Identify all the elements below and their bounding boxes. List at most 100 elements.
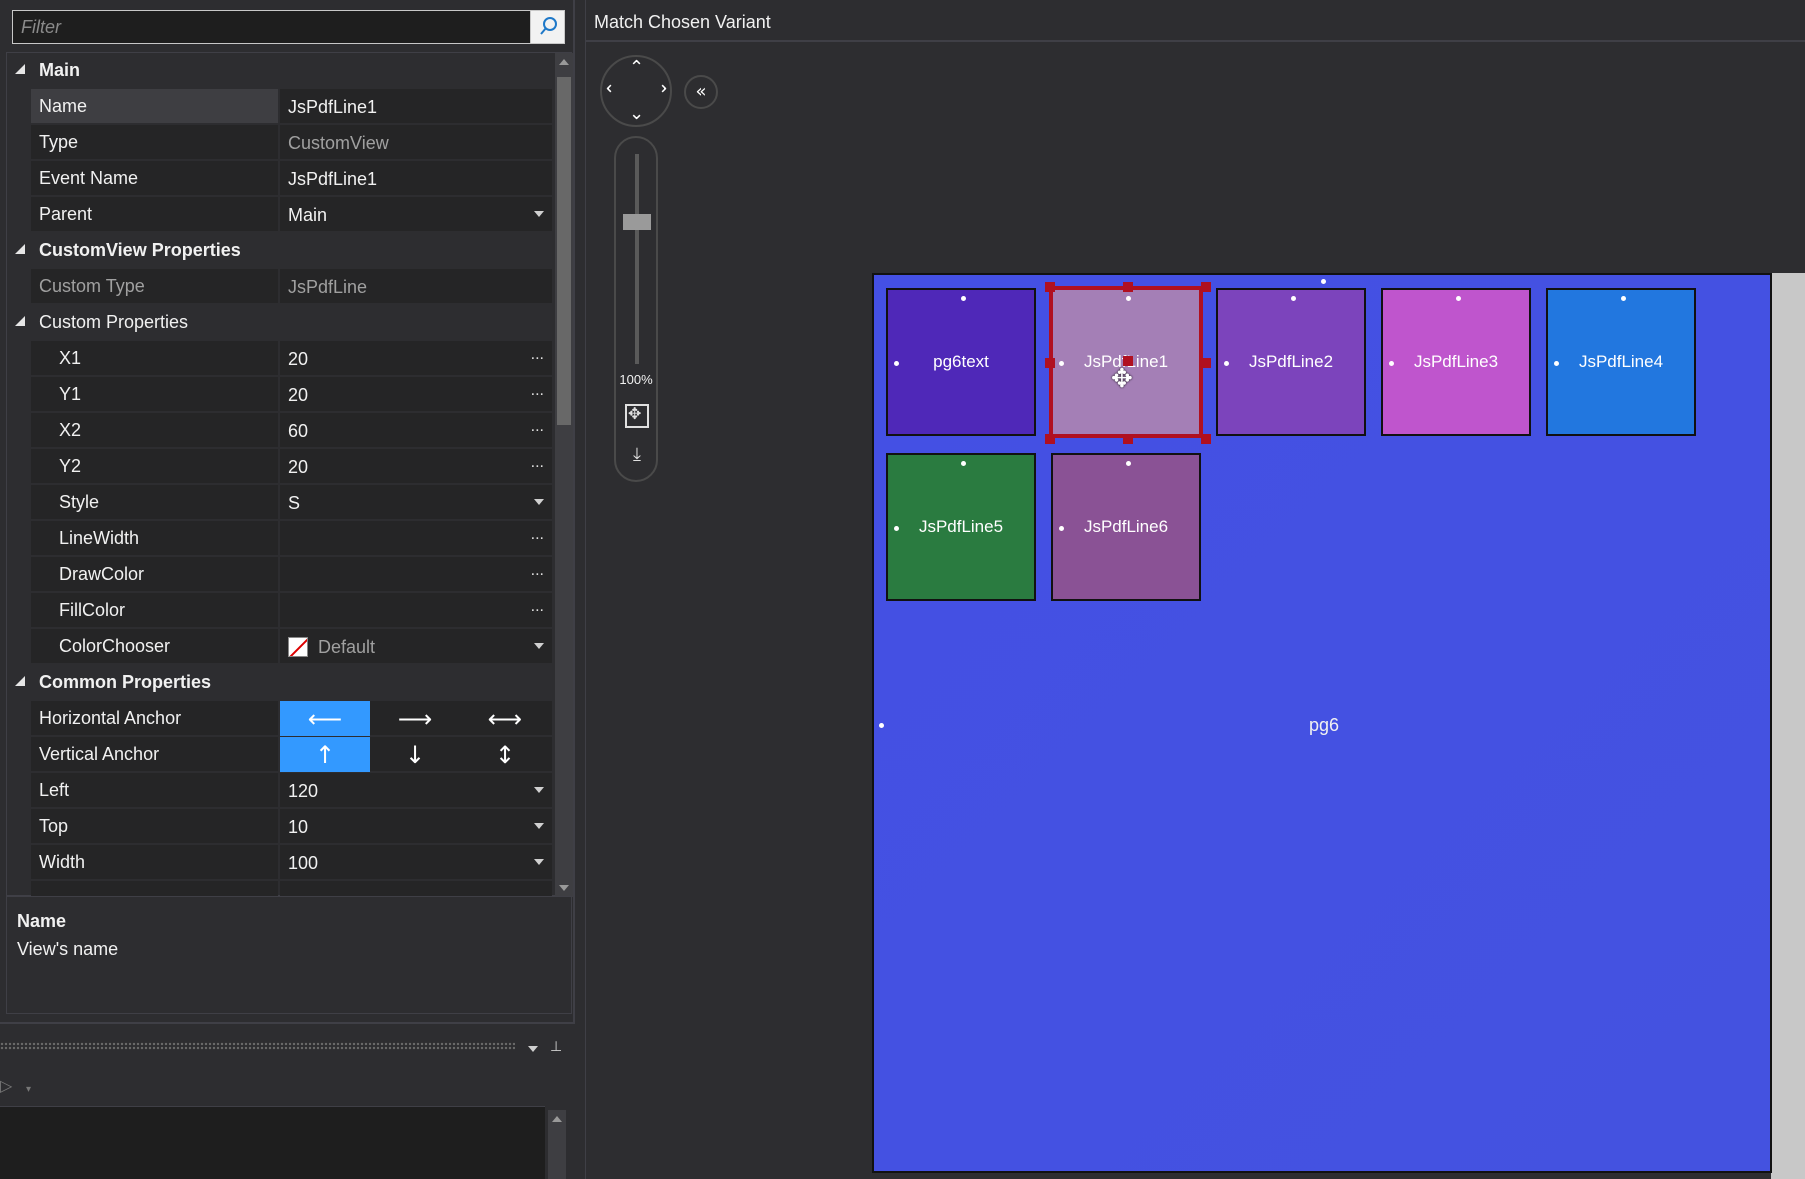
property-row-x1[interactable]: X1 20... xyxy=(7,341,552,377)
property-grid-scrollbar[interactable] xyxy=(555,53,573,897)
scroll-up-icon[interactable] xyxy=(552,1116,562,1122)
custom-view-jspdfline2[interactable]: JsPdfLine2 xyxy=(1216,288,1366,436)
arrow-left-icon[interactable]: ⌃ xyxy=(604,81,625,96)
anchor-right-button[interactable]: ⟶ xyxy=(370,701,460,736)
property-row-y2[interactable]: Y2 20... xyxy=(7,449,552,485)
filter-input[interactable] xyxy=(13,11,530,43)
property-row-name[interactable]: Name JsPdfLine1 xyxy=(7,89,552,125)
property-row-linewidth[interactable]: LineWidth ... xyxy=(7,521,552,557)
panel-grip[interactable] xyxy=(0,1042,515,1050)
ellipsis-button[interactable]: ... xyxy=(531,418,544,436)
dropdown-arrow-icon[interactable] xyxy=(534,499,544,505)
property-row-y1[interactable]: Y1 20... xyxy=(7,377,552,413)
resize-handle[interactable] xyxy=(1201,358,1211,368)
collapse-triangle-icon[interactable] xyxy=(15,676,25,686)
property-row-left[interactable]: Left 120 xyxy=(7,773,552,809)
property-row-custom-type[interactable]: Custom Type JsPdfLine xyxy=(7,269,552,305)
output-scrollbar[interactable] xyxy=(548,1110,566,1179)
dropdown-arrow-icon[interactable] xyxy=(534,787,544,793)
property-row-parent[interactable]: Parent Main xyxy=(7,197,552,233)
output-area[interactable] xyxy=(0,1106,545,1179)
resize-handle[interactable] xyxy=(1123,434,1133,444)
scrollbar-thumb[interactable] xyxy=(557,77,571,425)
arrow-left-icon: ⟵ xyxy=(307,704,343,733)
property-value[interactable]: 20 xyxy=(288,385,308,406)
anchor-left-button[interactable]: ⟵ xyxy=(280,701,370,736)
download-icon[interactable]: ⤓ xyxy=(625,444,649,468)
play-icon[interactable]: ▷ xyxy=(0,1076,12,1096)
custom-view-pg6text[interactable]: pg6text xyxy=(886,288,1036,436)
property-row-fillcolor[interactable]: FillColor ... xyxy=(7,593,552,629)
property-row-x2[interactable]: X2 60... xyxy=(7,413,552,449)
category-main[interactable]: Main xyxy=(7,53,552,89)
anchor-top-button[interactable]: ↑ xyxy=(280,737,370,772)
property-row-type[interactable]: Type CustomView xyxy=(7,125,552,161)
dropdown-arrow-icon[interactable] xyxy=(534,859,544,865)
resize-handle[interactable] xyxy=(1201,434,1211,444)
property-row-horizontal-anchor[interactable]: Horizontal Anchor ⟵ ⟶ ⟷ xyxy=(7,701,552,737)
collapse-triangle-icon[interactable] xyxy=(15,244,25,254)
zoom-slider-track[interactable] xyxy=(635,154,639,364)
dropdown-arrow-icon[interactable] xyxy=(534,823,544,829)
ellipsis-button[interactable]: ... xyxy=(531,454,544,472)
zoom-slider-thumb[interactable] xyxy=(623,214,651,230)
ellipsis-button[interactable]: ... xyxy=(531,526,544,544)
custom-view-jspdfline4[interactable]: JsPdfLine4 xyxy=(1546,288,1696,436)
custom-view-jspdfline5[interactable]: JsPdfLine5 xyxy=(886,453,1036,601)
property-row-width[interactable]: Width 100 xyxy=(7,845,552,881)
dropdown-arrow-icon[interactable] xyxy=(528,1046,538,1052)
ellipsis-button[interactable]: ... xyxy=(531,598,544,616)
property-row-vertical-anchor[interactable]: Vertical Anchor ↑ ↓ ↕ xyxy=(7,737,552,773)
property-value[interactable]: 20 xyxy=(288,349,308,370)
anchor-both-horizontal-button[interactable]: ⟷ xyxy=(460,701,550,736)
dropdown-arrow-icon[interactable] xyxy=(534,211,544,217)
resize-handle[interactable] xyxy=(1045,358,1055,368)
resize-handle[interactable] xyxy=(1045,282,1055,292)
arrow-up-icon[interactable]: ⌃ xyxy=(629,57,644,78)
anchor-both-vertical-button[interactable]: ↕ xyxy=(460,737,550,772)
property-row-event-name[interactable]: Event Name JsPdfLine1 xyxy=(7,161,552,197)
arrow-down-icon[interactable]: ⌃ xyxy=(629,101,644,122)
arrow-up-icon: ↑ xyxy=(314,740,336,769)
property-label: Y1 xyxy=(59,384,82,404)
ellipsis-button[interactable]: ... xyxy=(531,346,544,364)
search-button[interactable] xyxy=(530,11,564,43)
arrow-right-icon[interactable]: ⌃ xyxy=(648,81,669,96)
property-row-style[interactable]: Style S xyxy=(7,485,552,521)
collapse-triangle-icon[interactable] xyxy=(15,316,25,326)
ellipsis-button[interactable]: ... xyxy=(531,382,544,400)
custom-view-jspdfline6[interactable]: JsPdfLine6 xyxy=(1051,453,1201,601)
custom-view-jspdfline3[interactable]: JsPdfLine3 xyxy=(1381,288,1531,436)
small-dropdown-icon[interactable]: ▾ xyxy=(26,1084,31,1095)
category-common-properties[interactable]: Common Properties xyxy=(7,665,552,701)
property-row-top[interactable]: Top 10 xyxy=(7,809,552,845)
pin-icon[interactable]: ⊥ xyxy=(550,1038,562,1054)
property-value[interactable]: JsPdfLine1 xyxy=(288,97,377,118)
dropdown-arrow-icon[interactable] xyxy=(534,643,544,649)
resize-handle[interactable] xyxy=(1045,434,1055,444)
property-value[interactable]: Main xyxy=(288,205,327,226)
ellipsis-button[interactable]: ... xyxy=(531,562,544,580)
category-customview-properties[interactable]: CustomView Properties xyxy=(7,233,552,269)
category-label: Main xyxy=(39,60,81,80)
collapse-triangle-icon[interactable] xyxy=(15,64,25,74)
scroll-up-icon[interactable] xyxy=(559,59,569,65)
category-custom-properties[interactable]: Custom Properties xyxy=(7,305,552,341)
scroll-down-icon[interactable] xyxy=(559,885,569,891)
property-value[interactable]: S xyxy=(288,493,300,514)
property-value[interactable]: 60 xyxy=(288,421,308,442)
anchor-dot xyxy=(894,361,899,366)
property-value[interactable]: 100 xyxy=(288,853,318,874)
resize-handle[interactable] xyxy=(1201,282,1211,292)
property-value[interactable]: JsPdfLine1 xyxy=(288,169,377,190)
property-value[interactable]: 10 xyxy=(288,817,308,838)
property-value[interactable]: Default xyxy=(318,637,375,658)
anchor-bottom-button[interactable]: ↓ xyxy=(370,737,460,772)
fit-to-screen-icon[interactable] xyxy=(625,404,649,428)
property-value[interactable]: 120 xyxy=(288,781,318,802)
property-row-colorchooser[interactable]: ColorChooser Default xyxy=(7,629,552,665)
collapse-button[interactable]: « xyxy=(684,75,718,109)
property-value[interactable]: 20 xyxy=(288,457,308,478)
resize-handle[interactable] xyxy=(1123,282,1133,292)
property-row-drawcolor[interactable]: DrawColor ... xyxy=(7,557,552,593)
